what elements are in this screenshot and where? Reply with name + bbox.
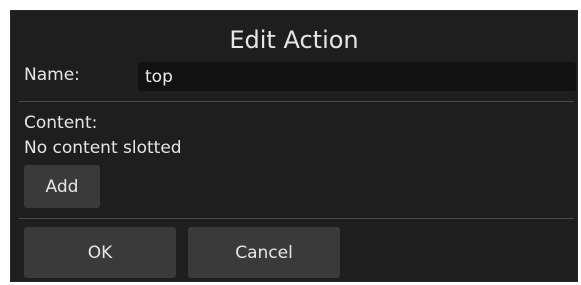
dialog-title: Edit Action [229, 26, 359, 54]
ok-button[interactable]: OK [24, 227, 176, 278]
content-label: Content: [24, 113, 98, 133]
name-label: Name: [24, 65, 80, 85]
name-input[interactable] [138, 62, 576, 91]
content-empty-text: No content slotted [24, 138, 182, 158]
cancel-button[interactable]: Cancel [188, 227, 340, 278]
divider [19, 218, 574, 219]
add-button[interactable]: Add [24, 165, 100, 208]
edit-action-dialog: Edit Action Name: Content: No content sl… [10, 10, 578, 282]
divider [19, 101, 574, 102]
